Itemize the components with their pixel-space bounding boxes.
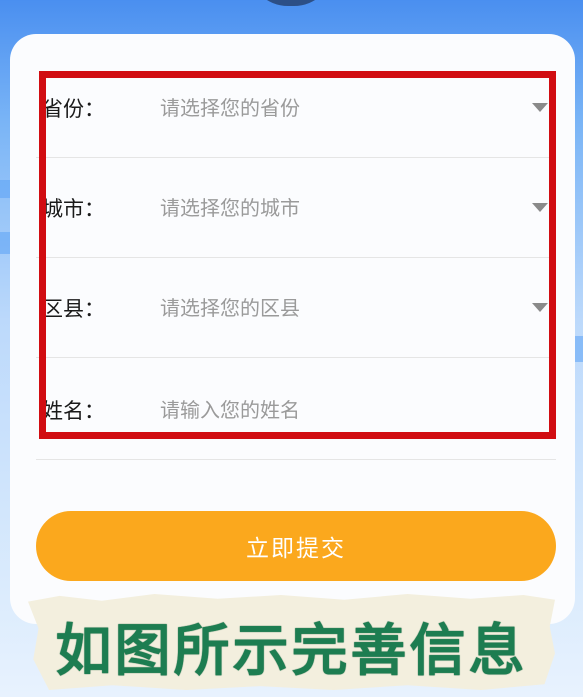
dropdown-arrow-icon[interactable] <box>532 202 548 212</box>
district-select[interactable] <box>160 295 490 320</box>
background-stripe <box>575 336 583 362</box>
province-row[interactable]: 省份： <box>36 58 556 158</box>
top-emblem-icon <box>248 0 334 6</box>
name-input[interactable] <box>160 397 490 422</box>
city-label: 城市： <box>42 196 105 221</box>
instruction-banner: 如图所示完善信息 <box>28 594 555 690</box>
province-label: 省份： <box>42 96 105 121</box>
dropdown-arrow-icon[interactable] <box>532 302 548 312</box>
district-label: 区县： <box>42 296 105 321</box>
name-label: 姓名： <box>42 398 105 423</box>
name-row[interactable]: 姓名： <box>36 360 556 460</box>
submit-button[interactable]: 立即提交 <box>36 511 556 581</box>
city-row[interactable]: 城市： <box>36 158 556 258</box>
province-select[interactable] <box>160 95 490 120</box>
city-select[interactable] <box>160 195 490 220</box>
banner-text: 如图所示完善信息 <box>55 619 528 684</box>
dropdown-arrow-icon[interactable] <box>532 102 548 112</box>
district-row[interactable]: 区县： <box>36 258 556 358</box>
